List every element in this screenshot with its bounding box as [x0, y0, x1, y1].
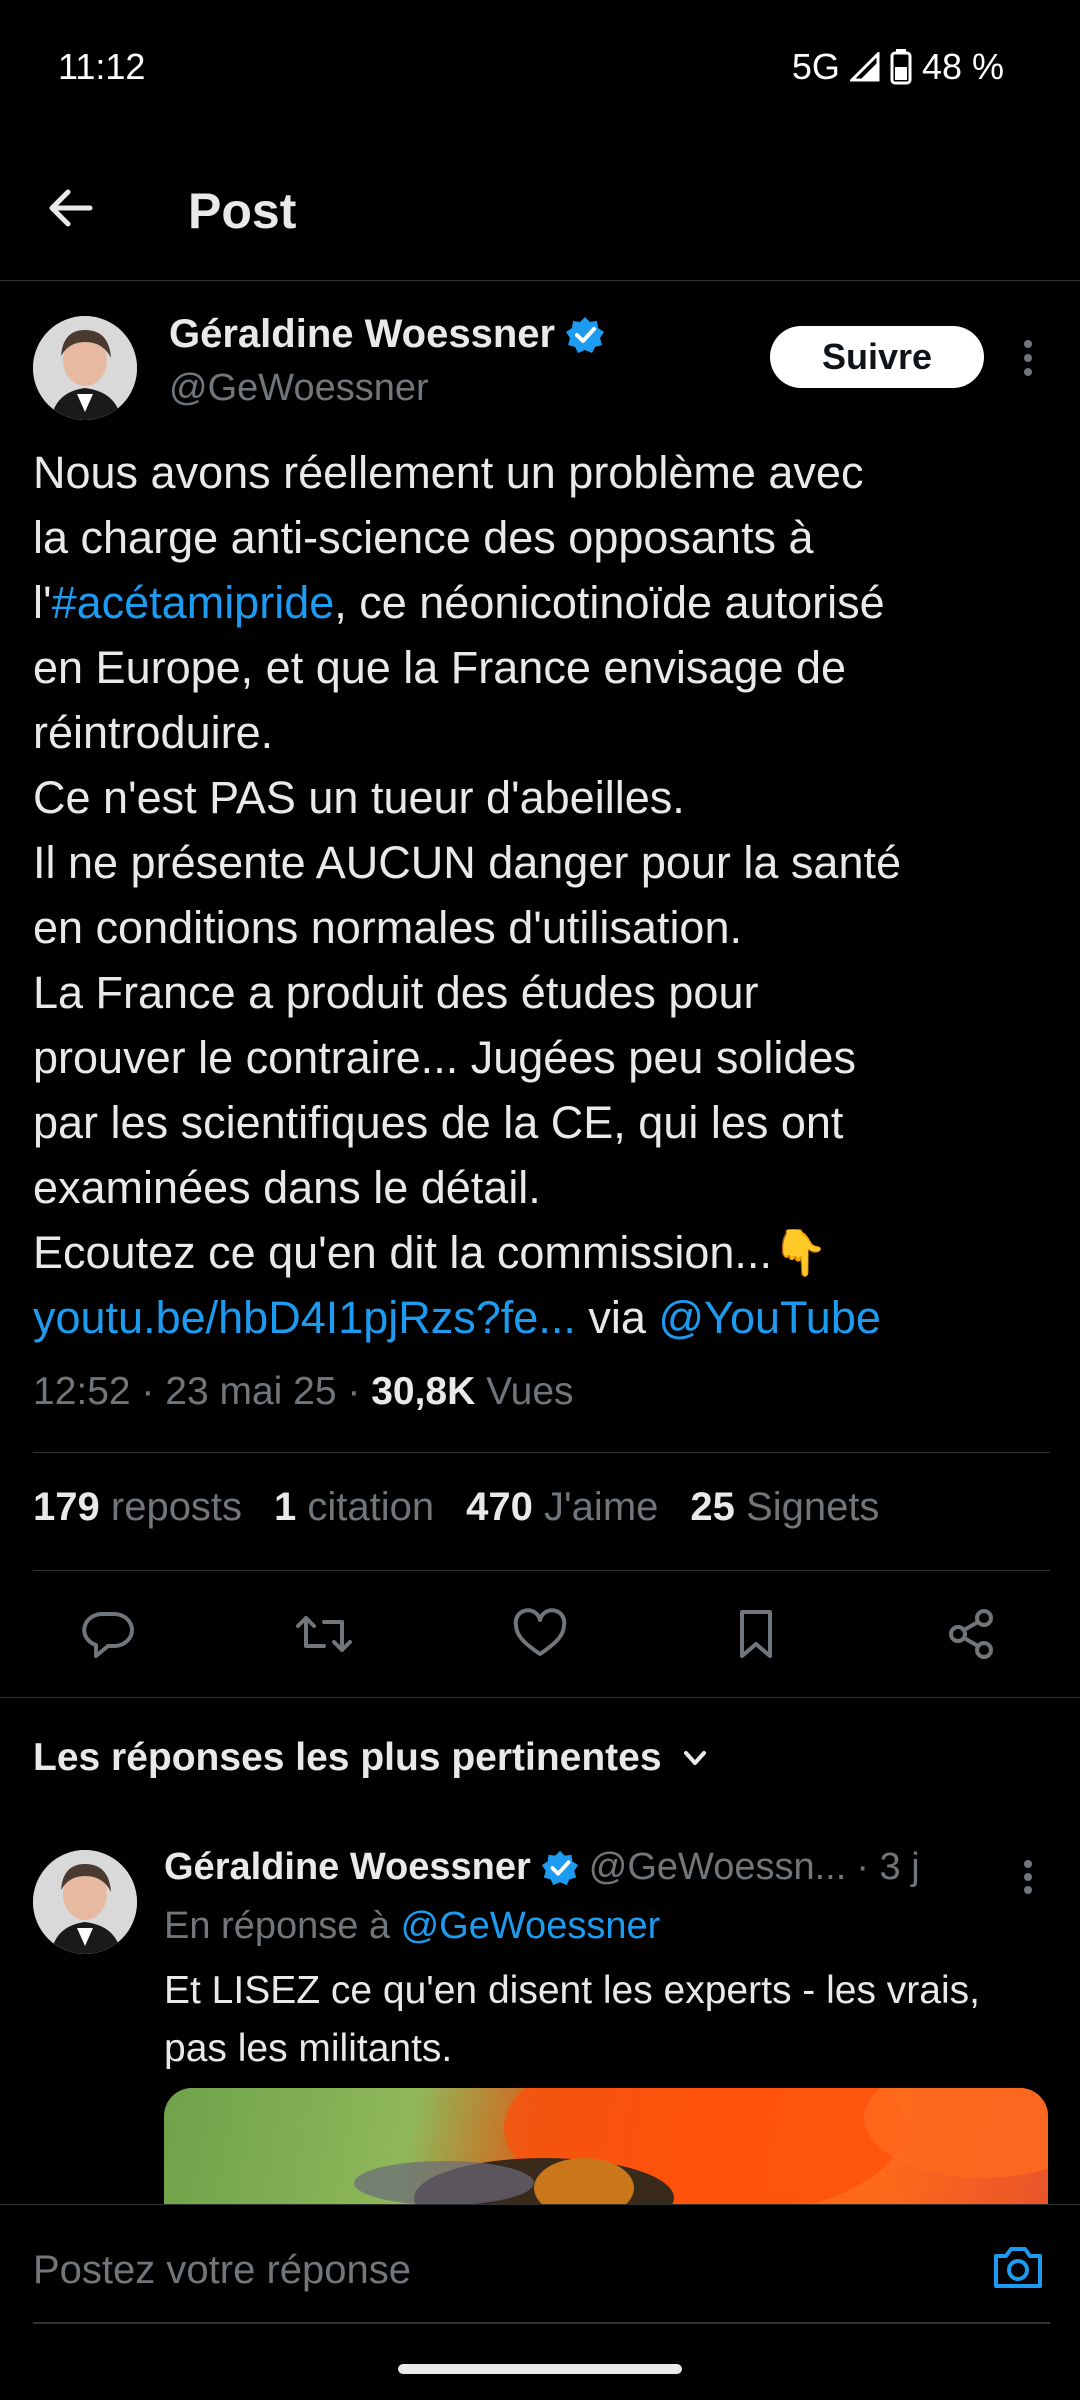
repost-icon [296, 1616, 352, 1652]
back-button[interactable] [40, 178, 110, 238]
signal-icon [849, 52, 880, 82]
more-vertical-icon [1024, 340, 1032, 376]
share-icon [949, 1609, 993, 1659]
follow-button[interactable]: Suivre [770, 326, 984, 388]
section-separator [0, 1697, 1080, 1698]
avatar-image [33, 1850, 137, 1954]
divider [33, 1452, 1050, 1453]
tweet-meta: 12:52 · 23 mai 25 · 30,8K Vues [33, 1370, 574, 1414]
like-button[interactable] [504, 1598, 576, 1670]
more-vertical-icon [1024, 1860, 1032, 1894]
reply-input[interactable]: Postez votre réponse [33, 2248, 411, 2293]
battery-icon [890, 49, 912, 85]
verified-badge-icon [541, 1850, 578, 1885]
reply-author-name[interactable]: Géraldine Woessner [164, 1846, 531, 1889]
page-title: Post [188, 183, 297, 239]
likes-count: 470 [466, 1485, 533, 1529]
camera-icon [994, 2247, 1042, 2288]
heart-icon [513, 1608, 567, 1656]
status-time: 11:12 [58, 46, 146, 87]
bookmark-icon [740, 1610, 772, 1658]
network-label: 5G [791, 46, 840, 87]
more-options-button[interactable] [1010, 330, 1050, 386]
reposts-label: reposts [110, 1485, 243, 1529]
engagement-stats: 179 reposts 1 citation 470 J'aime 25 Sig… [33, 1485, 879, 1530]
author-name-row: Géraldine Woessner [169, 312, 605, 357]
composer-underline [33, 2322, 1050, 2324]
author-handle[interactable]: @GeWoessner [169, 367, 429, 410]
likes-label: J'aime [544, 1485, 659, 1529]
bookmarks-label: Signets [746, 1485, 880, 1529]
reply-media-image[interactable] [164, 2088, 1048, 2208]
replies-sort-dropdown[interactable]: Les réponses les plus pertinentes [33, 1736, 710, 1780]
reply-icon [82, 1612, 134, 1658]
quotes-label: citation [307, 1485, 435, 1529]
battery-level: 48 % [921, 46, 1004, 87]
reposts-stat[interactable]: 179 reposts [33, 1485, 242, 1530]
likes-stat[interactable]: 470 J'aime [466, 1485, 658, 1530]
top-app-bar [0, 130, 1080, 281]
status-indicators: 5G 48 % [792, 46, 1004, 88]
reply-text: Et LISEZ ce qu'en disent les experts - l… [164, 1969, 980, 2070]
via-text: via [575, 1292, 659, 1343]
reposts-count: 179 [33, 1485, 100, 1529]
reply-button[interactable] [72, 1598, 144, 1670]
quotes-count: 1 [274, 1485, 297, 1529]
reply-author-handle[interactable]: @GeWoessn... [589, 1846, 847, 1889]
author-avatar[interactable] [33, 316, 137, 420]
bookmarks-stat[interactable]: 25 Signets [690, 1485, 879, 1530]
bookmark-button[interactable] [720, 1598, 792, 1670]
tweet-text-part: , ce néonicotinoïde autorisé en Europe, … [33, 577, 902, 1278]
add-photo-button[interactable] [990, 2240, 1046, 2296]
repost-button[interactable] [288, 1598, 360, 1670]
tweet-timestamp: 12:52 · 23 mai 25 · [33, 1370, 372, 1413]
author-name[interactable]: Géraldine Woessner [169, 312, 555, 357]
arrow-left-icon [49, 189, 93, 227]
bookmarks-count: 25 [690, 1485, 735, 1529]
chevron-down-icon [683, 1751, 706, 1765]
views-label: Vues [475, 1370, 574, 1413]
divider [33, 1570, 1050, 1571]
avatar-image [33, 316, 137, 420]
quotes-stat[interactable]: 1 citation [274, 1485, 434, 1530]
reply-author-avatar[interactable] [33, 1850, 137, 1954]
video-link[interactable]: youtu.be/hbD4I1pjRzs?fe... [33, 1292, 576, 1343]
in-reply-to: En réponse à @GeWoessner [164, 1905, 660, 1948]
verified-badge-icon [566, 316, 605, 353]
tweet-text: Nous avons réellement un problème avec l… [33, 440, 1053, 1350]
mention-link[interactable]: @YouTube [658, 1292, 881, 1343]
in-reply-to-label: En réponse à [164, 1905, 401, 1947]
gesture-nav-handle[interactable] [398, 2364, 682, 2374]
share-button[interactable] [936, 1598, 1008, 1670]
bee-on-flower-image [354, 2088, 1048, 2208]
hashtag-link[interactable]: #acétamipride [52, 577, 335, 628]
replies-sort-label: Les réponses les plus pertinentes [33, 1736, 662, 1779]
in-reply-to-handle[interactable]: @GeWoessner [401, 1905, 661, 1947]
reply-more-options-button[interactable] [1010, 1852, 1050, 1902]
views-count: 30,8K [371, 1370, 476, 1413]
reply-header: Géraldine Woessner @GeWoessn... · 3 j [164, 1846, 1004, 1889]
reply-age: · 3 j [856, 1846, 920, 1888]
